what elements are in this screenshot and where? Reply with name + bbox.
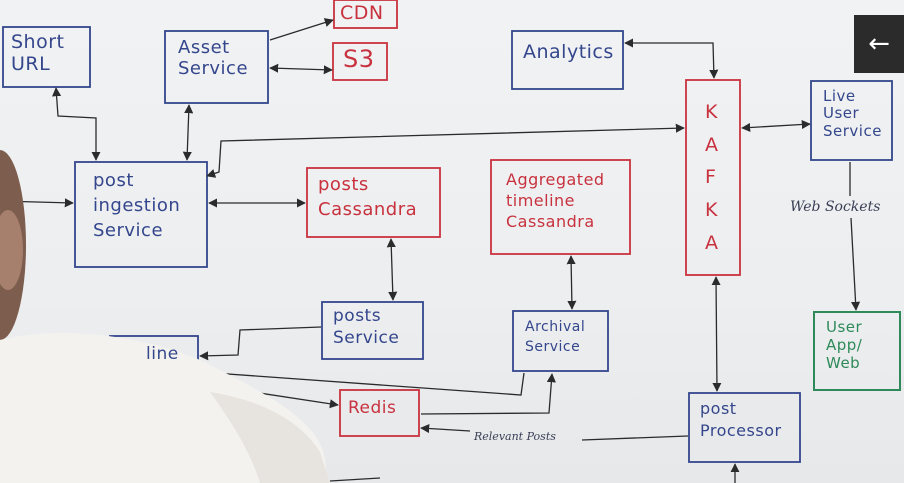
arrow-processor-redis bbox=[581, 435, 689, 441]
relevant-posts-label: Relevant Posts bbox=[474, 430, 556, 443]
posts-cassandra-label: posts Cassandra bbox=[318, 174, 418, 221]
kafka-label: K A F K A bbox=[705, 101, 719, 254]
arrow-redis-archival bbox=[420, 373, 556, 415]
back-arrow-icon: ← bbox=[868, 29, 890, 59]
arrow-analytics-kafka bbox=[624, 38, 719, 79]
arrow-ingestion-asset bbox=[182, 104, 194, 161]
live-user-service-label: Live User Service bbox=[823, 87, 882, 140]
archival-service-label: Archival Service bbox=[525, 319, 586, 355]
arrow-kafka-live bbox=[741, 119, 811, 133]
arrow-postscassandra-postsservice bbox=[386, 238, 398, 301]
arrow-ingestion-kafka bbox=[206, 123, 685, 178]
line-bottom-partial bbox=[329, 477, 381, 482]
arrow-websockets-userapp bbox=[850, 217, 861, 311]
arrow-ingestion-shorturl bbox=[52, 87, 101, 161]
asset-service-label: Asset Service bbox=[178, 37, 249, 79]
back-button[interactable]: ← bbox=[854, 15, 904, 73]
analytics-label: Analytics bbox=[523, 41, 614, 63]
cdn-label: CDN bbox=[340, 2, 384, 24]
arrow-postsservice-timeline bbox=[199, 326, 322, 361]
user-app-label: User App/ Web bbox=[826, 318, 863, 372]
post-processor-label: post Processor bbox=[700, 399, 782, 440]
s3-label: S3 bbox=[343, 45, 375, 73]
posts-service-label: posts Service bbox=[333, 306, 400, 349]
arrow-kafka-processor bbox=[711, 276, 722, 392]
redis-label: Redis bbox=[348, 398, 397, 418]
web-sockets-label: Web Sockets bbox=[790, 199, 881, 215]
arrow-processor-redis-tail bbox=[420, 423, 471, 434]
timeline-partial-label: line bbox=[146, 344, 179, 364]
arrow-asset-s3 bbox=[269, 63, 333, 75]
arrow-asset-cdn bbox=[269, 18, 334, 41]
arrow-aggregated-archival bbox=[566, 255, 577, 310]
short-url-label: Short URL bbox=[11, 31, 65, 75]
aggregated-timeline-label: Aggregated timeline Cassandra bbox=[506, 170, 605, 231]
post-ingestion-label: post ingestion Service bbox=[93, 170, 181, 242]
